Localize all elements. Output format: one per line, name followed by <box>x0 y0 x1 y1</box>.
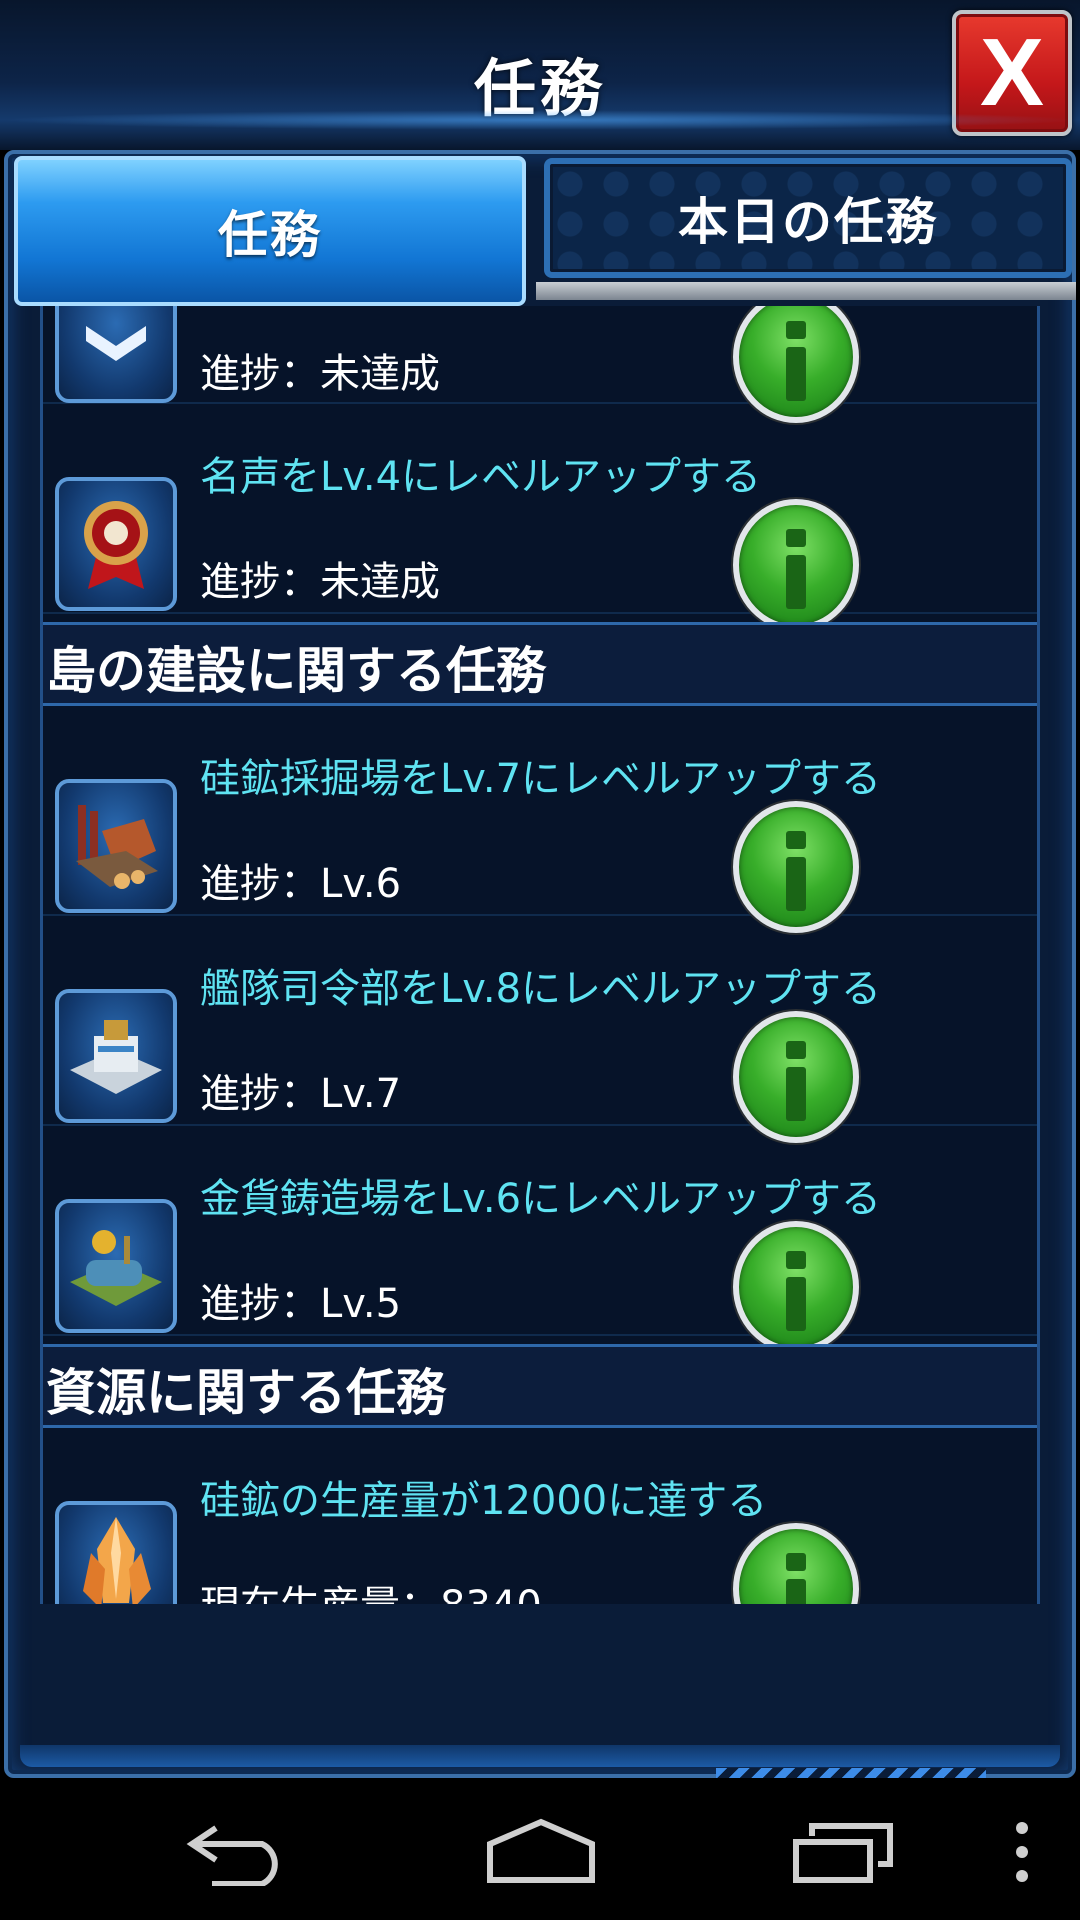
info-icon[interactable] <box>733 1221 859 1353</box>
fleet-hq-icon <box>55 989 177 1123</box>
close-icon: X <box>979 19 1045 126</box>
info-icon[interactable] <box>733 801 859 933</box>
task-title: 金貨鋳造場をLv.6にレベルアップする <box>200 1176 882 1222</box>
menu-icon[interactable] <box>1012 1816 1032 1886</box>
tab-divider <box>536 282 1076 300</box>
recent-apps-icon[interactable] <box>790 1816 896 1886</box>
info-icon[interactable] <box>733 499 859 631</box>
gold-mint-icon <box>55 1199 177 1333</box>
section-header-resources: 資源に関する任務 <box>43 1344 1037 1428</box>
info-icon[interactable] <box>733 1523 859 1604</box>
silicon-mine-icon <box>55 779 177 913</box>
tab-missions[interactable]: 任務 <box>14 156 526 306</box>
list-item: 硅鉱の生産量が12000に達する 現在生産量：8340 <box>43 1428 1037 1604</box>
system-nav-bar <box>0 1778 1080 1920</box>
task-title: 艦隊司令部をLv.8にレベルアップする <box>200 966 882 1012</box>
home-icon[interactable] <box>484 1816 598 1886</box>
panel-bottom-edge <box>20 1745 1060 1767</box>
page-title: 任務 <box>473 52 606 125</box>
panel-decoration <box>716 1768 986 1778</box>
task-title: 硅鉱採掘場をLv.7にレベルアップする <box>200 756 882 802</box>
task-progress: 進捗：未達成 <box>200 351 440 397</box>
rank-badge-icon <box>55 306 177 403</box>
task-progress: 進捗：Lv.7 <box>200 1071 402 1117</box>
info-icon[interactable] <box>733 1011 859 1143</box>
list-item: 硅鉱採掘場をLv.7にレベルアップする 進捗：Lv.6 <box>43 706 1037 933</box>
reputation-badge-icon <box>55 477 177 611</box>
task-progress: 進捗：Lv.6 <box>200 861 402 907</box>
list-item: 名声をLv.4にレベルアップする 進捗：未達成 <box>43 404 1037 631</box>
tab-daily-missions[interactable]: 本日の任務 <box>544 158 1072 278</box>
section-header-island: 島の建設に関する任務 <box>43 622 1037 706</box>
task-progress: 現在生産量：8340 <box>200 1573 542 1604</box>
task-progress: 進捗：未達成 <box>200 559 440 605</box>
close-button[interactable]: X <box>952 10 1072 136</box>
mission-list[interactable]: 進捗：未達成 名声をLv.4にレベルアップする 進捗：未達成 島の建設に関する任… <box>40 306 1040 1604</box>
list-item: 進捗：未達成 <box>43 306 1037 423</box>
list-item: 金貨鋳造場をLv.6にレベルアップする 進捗：Lv.5 <box>43 1126 1037 1353</box>
crystal-icon <box>55 1501 177 1604</box>
header-bar: 任務 X <box>0 0 1080 150</box>
task-title: 硅鉱の生産量が12000に達する <box>200 1478 768 1524</box>
task-title: 名声をLv.4にレベルアップする <box>200 454 762 500</box>
back-icon[interactable] <box>186 1816 292 1886</box>
list-item: 艦隊司令部をLv.8にレベルアップする 進捗：Lv.7 <box>43 916 1037 1143</box>
task-progress: 進捗：Lv.5 <box>200 1281 402 1327</box>
